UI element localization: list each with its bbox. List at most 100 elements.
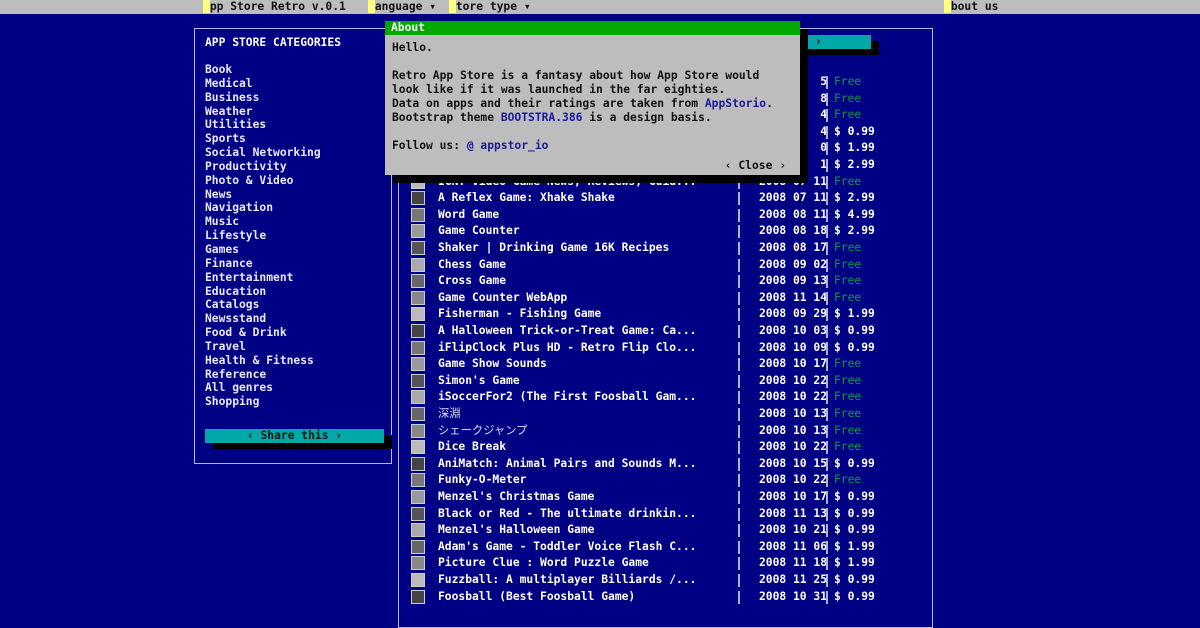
category-item[interactable]: Finance — [205, 257, 321, 271]
category-item[interactable]: Shopping — [205, 395, 321, 409]
category-item[interactable]: Navigation — [205, 201, 321, 215]
app-name[interactable]: Fisherman - Fishing Game — [438, 306, 601, 323]
app-name[interactable]: Menzel's Christmas Game — [438, 489, 594, 506]
app-row[interactable]: Funky-O-Meter 2008 10 22 Free — [409, 472, 929, 489]
category-item[interactable]: Weather — [205, 105, 321, 119]
app-row[interactable]: Menzel's Christmas Game 2008 10 17 $ 0.9… — [409, 489, 929, 506]
app-row[interactable]: Foosball (Best Foosball Game) 2008 10 31… — [409, 589, 929, 606]
app-name[interactable]: Adam's Game - Toddler Voice Flash C... — [438, 539, 696, 556]
category-item[interactable]: Entertainment — [205, 271, 321, 285]
app-name[interactable]: 深淵 — [438, 406, 461, 423]
category-item[interactable]: Music — [205, 215, 321, 229]
bootstra-link[interactable]: BOOTSTRA.386 — [501, 111, 583, 124]
app-row[interactable]: IGN: Video Game News, Reviews, Guid... 2… — [409, 174, 929, 191]
category-item[interactable]: Travel — [205, 340, 321, 354]
column-divider — [826, 258, 828, 272]
category-item[interactable]: Food & Drink — [205, 326, 321, 340]
column-divider — [738, 391, 740, 405]
app-row[interactable]: Adam's Game - Toddler Voice Flash C... 2… — [409, 539, 929, 556]
app-name[interactable]: iSoccerFor2 (The First Foosball Gam... — [438, 389, 696, 406]
app-row[interactable]: iSoccerFor2 (The First Foosball Gam... 2… — [409, 389, 929, 406]
app-row[interactable]: Shaker | Drinking Game 16K Recipes 2008 … — [409, 240, 929, 257]
app-name[interactable]: IGN: Video Game News, Reviews, Guid... — [438, 174, 696, 191]
app-row[interactable]: Picture Clue : Word Puzzle Game 2008 11 … — [409, 555, 929, 572]
share-button[interactable]: ‹ Share this › — [205, 429, 384, 443]
app-icon — [411, 539, 425, 554]
brand-link[interactable]: App Store Retro v.0.1 — [203, 0, 346, 14]
category-item[interactable]: Education — [205, 285, 321, 299]
app-row[interactable]: Fuzzball: A multiplayer Billiards /... 2… — [409, 572, 929, 589]
column-divider — [826, 92, 828, 106]
category-item[interactable]: Social Networking — [205, 146, 321, 160]
column-divider — [826, 208, 828, 222]
category-item[interactable]: Sports — [205, 132, 321, 146]
app-price: Free — [834, 290, 862, 304]
app-name[interactable]: Game Show Sounds — [438, 356, 547, 373]
category-item[interactable]: Utilities — [205, 118, 321, 132]
store-type-menu[interactable]: Store type ▾ — [449, 0, 531, 14]
category-item[interactable]: Reference — [205, 368, 321, 382]
category-item[interactable]: Photo & Video — [205, 174, 321, 188]
category-item[interactable]: Business — [205, 91, 321, 105]
column-divider — [738, 242, 740, 255]
app-row[interactable]: Simon's Game 2008 10 22 Free — [409, 373, 929, 390]
column-divider — [826, 242, 828, 255]
app-name[interactable]: A Reflex Game: Xhake Shake — [438, 190, 615, 207]
column-divider — [738, 358, 740, 372]
app-name[interactable]: Foosball (Best Foosball Game) — [438, 589, 635, 606]
app-name[interactable]: Game Counter — [438, 223, 520, 240]
app-name[interactable]: シェークジャンプ — [438, 423, 527, 440]
app-name[interactable]: A Halloween Trick-or-Treat Game: Ca... — [438, 323, 696, 340]
app-price: $ 1.99 — [834, 556, 875, 570]
app-price: Free — [834, 440, 862, 454]
app-row[interactable]: シェークジャンプ 2008 10 13 Free — [409, 423, 929, 440]
app-row[interactable]: Black or Red - The ultimate drinkin... 2… — [409, 506, 929, 523]
app-row[interactable]: Chess Game 2008 09 02 Free — [409, 257, 929, 274]
category-item[interactable]: Newsstand — [205, 312, 321, 326]
app-row[interactable]: Game Counter 2008 08 18 $ 2.99 — [409, 223, 929, 240]
app-price: $ 0.99 — [834, 456, 875, 470]
about-us-link[interactable]: About us — [944, 0, 998, 14]
app-name[interactable]: Black or Red - The ultimate drinkin... — [438, 506, 696, 523]
app-row[interactable]: Fisherman - Fishing Game 2008 09 29 $ 1.… — [409, 306, 929, 323]
app-name[interactable]: Picture Clue : Word Puzzle Game — [438, 555, 649, 572]
category-item[interactable]: News — [205, 188, 321, 202]
app-row[interactable]: iFlipClock Plus HD - Retro Flip Clo... 2… — [409, 340, 929, 357]
app-row[interactable]: Menzel's Halloween Game 2008 10 21 $ 0.9… — [409, 522, 929, 539]
category-item[interactable]: Book — [205, 63, 321, 77]
app-row[interactable]: Cross Game 2008 09 13 Free — [409, 273, 929, 290]
app-row[interactable]: Word Game 2008 08 11 $ 4.99 — [409, 207, 929, 224]
app-row[interactable]: Game Counter WebApp 2008 11 14 Free — [409, 290, 929, 307]
app-name[interactable]: Dice Break — [438, 439, 506, 456]
category-item[interactable]: Productivity — [205, 160, 321, 174]
close-button[interactable]: ‹ Close › — [725, 159, 786, 173]
appstorio-link[interactable]: AppStorio — [705, 97, 766, 110]
app-name[interactable]: Cross Game — [438, 273, 506, 290]
app-row[interactable]: 深淵 2008 10 13 Free — [409, 406, 929, 423]
app-row[interactable]: Dice Break 2008 10 22 Free — [409, 439, 929, 456]
category-item[interactable]: Health & Fitness — [205, 354, 321, 368]
category-item[interactable]: All genres — [205, 381, 321, 395]
app-name[interactable]: Word Game — [438, 207, 499, 224]
app-name[interactable]: Menzel's Halloween Game — [438, 522, 594, 539]
app-row[interactable]: A Reflex Game: Xhake Shake 2008 07 11 $ … — [409, 190, 929, 207]
category-item[interactable]: Medical — [205, 77, 321, 91]
app-row[interactable]: A Halloween Trick-or-Treat Game: Ca... 2… — [409, 323, 929, 340]
column-divider — [738, 408, 740, 421]
app-name[interactable]: iFlipClock Plus HD - Retro Flip Clo... — [438, 340, 696, 357]
app-row[interactable]: AniMatch: Animal Pairs and Sounds M... 2… — [409, 456, 929, 473]
app-name[interactable]: Simon's Game — [438, 373, 520, 390]
language-menu[interactable]: Language ▾ — [368, 0, 436, 14]
category-item[interactable]: Catalogs — [205, 298, 321, 312]
category-item[interactable]: Lifestyle — [205, 229, 321, 243]
twitter-link[interactable]: @ appstor_io — [467, 139, 549, 152]
app-name[interactable]: Funky-O-Meter — [438, 472, 526, 489]
next-page-button[interactable]: › — [799, 35, 871, 49]
app-name[interactable]: Chess Game — [438, 257, 506, 274]
app-row[interactable]: Game Show Sounds 2008 10 17 Free — [409, 356, 929, 373]
app-name[interactable]: Game Counter WebApp — [438, 290, 567, 307]
app-name[interactable]: Fuzzball: A multiplayer Billiards /... — [438, 572, 696, 589]
app-name[interactable]: Shaker | Drinking Game 16K Recipes — [438, 240, 669, 257]
category-item[interactable]: Games — [205, 243, 321, 257]
app-name[interactable]: AniMatch: Animal Pairs and Sounds M... — [438, 456, 696, 473]
